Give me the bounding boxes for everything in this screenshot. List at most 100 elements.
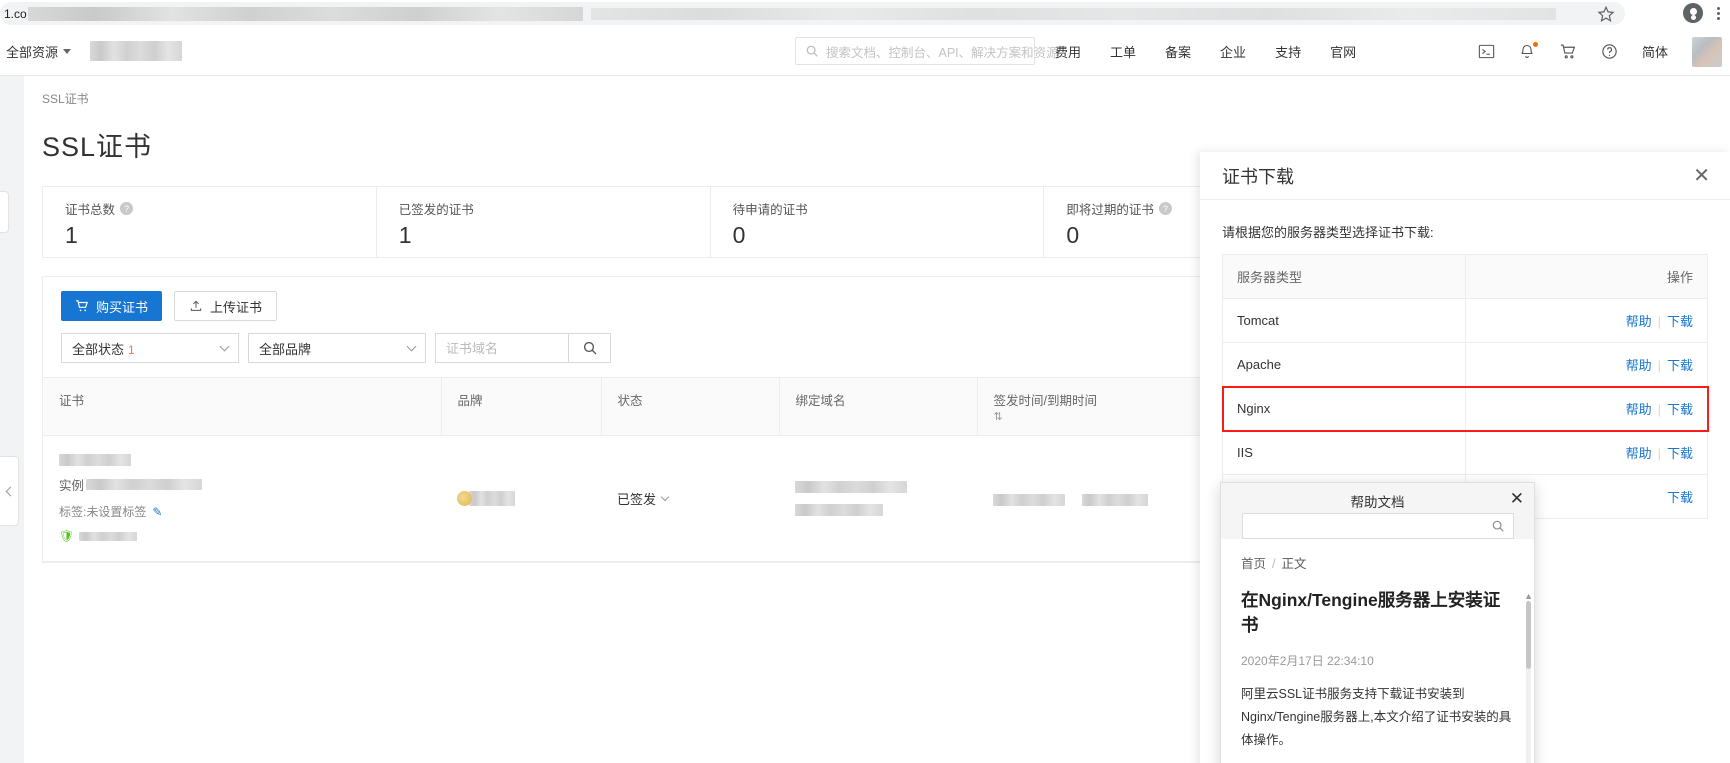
- search-icon-helpdoc[interactable]: [1491, 519, 1505, 533]
- nav-link-ticket[interactable]: 工单: [1110, 42, 1136, 61]
- stat-value-pending: 0: [732, 222, 746, 248]
- resource-selector-label: 全部资源: [6, 44, 59, 60]
- download-link-iis[interactable]: 下载: [1667, 446, 1693, 461]
- help-document-breadcrumb: 首页 / 正文: [1241, 553, 1514, 572]
- sort-arrows-icon[interactable]: ⇅: [994, 412, 1209, 423]
- help-document-body: 首页 / 正文 在Nginx/Tengine服务器上安装证书 2020年2月17日 …: [1221, 539, 1534, 763]
- url-text: 1.co: [4, 6, 27, 21]
- global-search-box[interactable]: 搜索文档、控制台、API、解决方案和资源: [795, 37, 1059, 65]
- help-breadcrumb-home[interactable]: 首页: [1241, 557, 1266, 571]
- server-type-iis: IIS: [1222, 430, 1466, 475]
- server-type-table-head: 服务器类型 操作: [1222, 254, 1708, 299]
- server-type-table: 服务器类型 操作 Tomcat 帮助 | 下载 Apache 帮助 | 下载 N…: [1221, 254, 1709, 519]
- stat-value-total: 1: [65, 222, 78, 248]
- help-article-paragraph: 阿里云SSL证书服务支持下载证书安装到Nginx/Tengine服务器上,本文介…: [1241, 686, 1512, 747]
- nav-link-fee[interactable]: 费用: [1055, 42, 1081, 61]
- status-filter-count: 1: [128, 342, 135, 357]
- help-tooltip-icon-expiring[interactable]: ?: [1158, 202, 1172, 215]
- server-row-nginx[interactable]: Nginx 帮助 | 下载: [1221, 385, 1709, 432]
- help-breadcrumb-current: 正文: [1281, 557, 1307, 571]
- kebab-menu-icon[interactable]: [1713, 5, 1724, 22]
- console-nav-icons: 简体: [1478, 27, 1722, 76]
- col-header-cert: 证书: [43, 377, 441, 436]
- terminal-icon[interactable]: [1478, 44, 1495, 59]
- buy-certificate-label: 购买证书: [96, 299, 149, 315]
- stat-label-total: 证书总数: [65, 203, 116, 217]
- domain-redaction-1: [795, 481, 907, 493]
- server-type-tomcat: Tomcat: [1222, 298, 1466, 343]
- help-link-apache[interactable]: 帮助: [1626, 358, 1652, 373]
- status-badge[interactable]: 已签发: [617, 489, 763, 508]
- breadcrumb: SSL证书: [42, 92, 89, 106]
- help-document-popup: 帮助文档 ✕ 首页 / 正文 在Nginx/Tengine服务器上安装证书 2020…: [1220, 482, 1535, 763]
- server-row-apache[interactable]: Apache 帮助 | 下载: [1222, 342, 1708, 387]
- close-icon[interactable]: ✕: [1693, 166, 1710, 186]
- cell-domain: [779, 435, 977, 562]
- page-body: SSL证书 SSL证书 证书总数 ? 1 已签发的证书 1 待申请的证书 0 即…: [0, 76, 1730, 763]
- server-row-iis[interactable]: IIS 帮助 | 下载: [1222, 430, 1708, 475]
- cell-certificate: 实例 标签:未设置标签 ✎ 🛡: [43, 435, 441, 562]
- help-link-tomcat[interactable]: 帮助: [1626, 314, 1652, 329]
- cell-issue-expiry: [977, 435, 1225, 562]
- nav-link-website[interactable]: 官网: [1330, 42, 1356, 61]
- help-link-iis[interactable]: 帮助: [1626, 446, 1652, 461]
- server-actions-nginx: 帮助 | 下载: [1464, 386, 1708, 431]
- stat-label-issued: 已签发的证书: [398, 203, 474, 217]
- cert-shield-row: 🛡: [59, 529, 425, 543]
- language-switch[interactable]: 简体: [1642, 42, 1668, 61]
- server-actions-apache: 帮助 | 下载: [1464, 342, 1708, 387]
- upload-certificate-button[interactable]: 上传证书: [174, 291, 278, 321]
- status-filter-label: 全部状态: [72, 341, 125, 357]
- drawer-body: 请根据您的服务器类型选择证书下载: 服务器类型 操作 Tomcat 帮助 | 下载: [1200, 200, 1730, 519]
- bell-icon[interactable]: [1519, 42, 1538, 60]
- rail-handle-top[interactable]: [0, 191, 9, 233]
- chevron-down-icon-status: [219, 341, 230, 352]
- brand-redaction: [469, 491, 515, 506]
- help-link-nginx[interactable]: 帮助: [1626, 402, 1652, 417]
- close-icon-helpdoc[interactable]: ✕: [1510, 490, 1524, 507]
- browser-right-controls: [1683, 3, 1724, 23]
- download-link-other[interactable]: 下载: [1667, 490, 1693, 505]
- nav-link-enterprise[interactable]: 企业: [1220, 42, 1246, 61]
- cert-tag-label: 标签:未设置标签: [59, 505, 147, 519]
- cart-icon-small: [75, 299, 89, 313]
- buy-certificate-button[interactable]: 购买证书: [61, 291, 163, 321]
- user-avatar[interactable]: [1692, 36, 1722, 67]
- col-header-issue-expiry[interactable]: 签发时间/到期时间 ⇅: [976, 377, 1225, 436]
- download-link-apache[interactable]: 下载: [1667, 358, 1693, 373]
- edit-tag-icon[interactable]: ✎: [152, 505, 162, 519]
- sidebar-collapse-handle[interactable]: [0, 456, 19, 526]
- status-filter-select[interactable]: 全部状态 1: [61, 333, 239, 363]
- stat-label-expiring: 即将过期的证书: [1066, 203, 1154, 217]
- console-top-nav: 全部资源 搜索文档、控制台、API、解决方案和资源 费用 工单 备案 企业 支持…: [0, 27, 1730, 76]
- help-document-scrollbar[interactable]: [1526, 601, 1531, 763]
- col-header-domain: 绑定域名: [778, 377, 977, 436]
- help-tooltip-icon[interactable]: ?: [120, 202, 134, 215]
- help-document-search-box[interactable]: [1242, 513, 1514, 539]
- browser-toolbar: 1.co: [0, 0, 1730, 27]
- brand-filter-select[interactable]: 全部品牌: [248, 333, 426, 363]
- server-actions-iis: 帮助 | 下载: [1464, 430, 1708, 475]
- profile-avatar-icon[interactable]: [1683, 3, 1703, 23]
- search-submit-button[interactable]: [569, 333, 611, 363]
- help-document-search-input[interactable]: [1251, 519, 1491, 533]
- scrollbar-thumb[interactable]: [1526, 601, 1531, 669]
- nav-link-beian[interactable]: 备案: [1165, 42, 1191, 61]
- server-row-tomcat[interactable]: Tomcat 帮助 | 下载: [1222, 298, 1708, 343]
- global-search-placeholder: 搜索文档、控制台、API、解决方案和资源: [826, 45, 1059, 60]
- resource-selector[interactable]: 全部资源: [6, 42, 72, 61]
- scroll-up-arrow-icon[interactable]: ▲: [1524, 591, 1533, 601]
- download-link-tomcat[interactable]: 下载: [1667, 314, 1693, 329]
- download-link-nginx[interactable]: 下载: [1667, 402, 1693, 417]
- domain-search-input[interactable]: [435, 333, 569, 363]
- col-header-operation: 操作: [1464, 254, 1708, 299]
- expiry-date-redaction: [1081, 493, 1148, 506]
- chevron-down-icon-brand: [406, 341, 417, 352]
- nav-link-support[interactable]: 支持: [1275, 42, 1301, 61]
- star-icon[interactable]: [1597, 5, 1615, 23]
- cart-icon[interactable]: [1559, 43, 1577, 60]
- address-bar[interactable]: 1.co: [0, 2, 1625, 25]
- domain-redaction-2: [795, 504, 883, 516]
- help-icon[interactable]: [1601, 43, 1618, 60]
- issue-date-redaction: [993, 493, 1065, 506]
